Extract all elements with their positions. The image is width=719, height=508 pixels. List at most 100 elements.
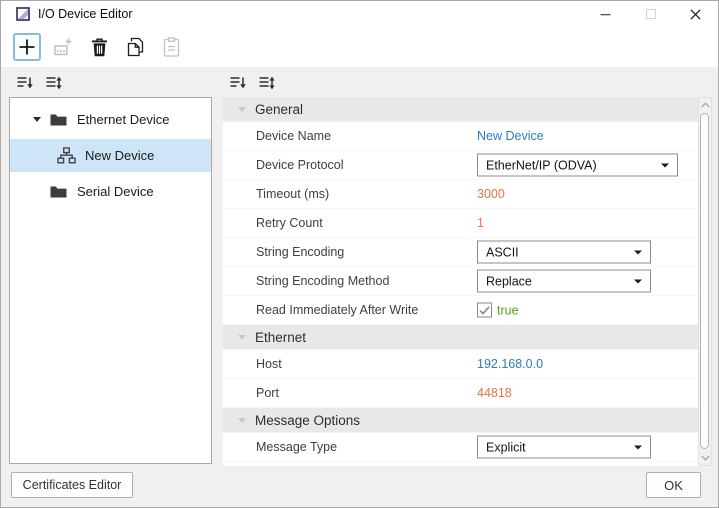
io-device-editor-window: I/O Device Editor (0, 0, 719, 508)
minimize-button[interactable] (583, 1, 628, 27)
tree-item-serial-device[interactable]: Serial Device (10, 175, 211, 208)
tree-item-label: New Device (85, 148, 154, 163)
window-title: I/O Device Editor (38, 7, 132, 21)
section-collapse-icon (238, 107, 246, 112)
property-value: 3000 (477, 187, 505, 201)
expand-all-icon (258, 75, 276, 91)
title-bar: I/O Device Editor (1, 1, 718, 27)
read-immediately-after-write-checkbox[interactable] (477, 303, 492, 318)
property-row-string-encoding-method: String Encoding Method Replace (223, 267, 698, 296)
chevron-down-icon (634, 250, 642, 254)
property-label: Retry Count (256, 216, 323, 230)
property-label: String Encoding Method (256, 274, 389, 288)
property-row-port: Port 44818 (223, 379, 698, 408)
chevron-down-icon (634, 445, 642, 449)
close-icon (690, 9, 701, 20)
property-grid: General Device Name New Device Device Proto… (223, 97, 698, 466)
property-value: EtherNet/IP (ODVA) (477, 154, 678, 177)
tree-item-new-device[interactable]: New Device (10, 139, 211, 172)
timeout-ms-value-field[interactable]: 3000 (477, 187, 505, 201)
expand-all-icon (45, 75, 63, 91)
copy-device-button[interactable] (121, 33, 149, 61)
add-device-group-button (49, 33, 77, 61)
tree-expand-all-button[interactable] (45, 74, 63, 92)
section-header-general[interactable]: General (223, 97, 698, 122)
property-value: Explicit (477, 436, 651, 459)
section-header-ethernet[interactable]: Ethernet (223, 325, 698, 350)
expander-down-icon[interactable] (31, 117, 42, 122)
paste-device-button (157, 33, 185, 61)
checkbox-value-text: true (497, 303, 519, 317)
section-collapse-icon (238, 335, 246, 340)
string-encoding-dropdown[interactable]: ASCII (477, 241, 651, 264)
device-protocol-dropdown[interactable]: EtherNet/IP (ODVA) (477, 154, 678, 177)
property-label: String Encoding (256, 245, 344, 259)
property-row-device-name: Device Name New Device (223, 122, 698, 151)
chevron-up-icon (701, 102, 710, 108)
section-header-message-options[interactable]: Message Options (223, 408, 698, 433)
chevron-down-icon (701, 455, 710, 461)
plus-icon (17, 37, 37, 57)
property-row-host: Host 192.168.0.0 (223, 350, 698, 379)
property-label: Message Type (256, 440, 337, 454)
chevron-down-icon (661, 163, 669, 167)
trash-icon (91, 38, 108, 57)
device-tree: Ethernet Device New Device Serial Device (9, 97, 212, 464)
add-device-button[interactable] (13, 33, 41, 61)
tree-panel-toolbar (16, 74, 63, 92)
ok-button[interactable]: OK (646, 472, 701, 498)
scrollbar-thumb[interactable] (700, 113, 709, 449)
app-icon (16, 7, 30, 21)
property-row-device-protocol: Device Protocol EtherNet/IP (ODVA) (223, 151, 698, 180)
maximize-button (628, 1, 673, 27)
main-toolbar (13, 33, 185, 61)
vertical-scrollbar[interactable] (698, 97, 712, 466)
host-value-field[interactable]: 192.168.0.0 (477, 357, 543, 371)
tree-item-label: Serial Device (77, 184, 154, 199)
section-title: Message Options (255, 413, 360, 428)
section-title: Ethernet (255, 330, 306, 345)
property-label: Read Immediately After Write (256, 303, 418, 317)
property-value: ASCII (477, 241, 651, 264)
retry-count-value-field[interactable]: 1 (477, 216, 484, 230)
dropdown-value: ASCII (486, 245, 519, 259)
property-value: true (477, 303, 519, 318)
property-panel-toolbar (229, 74, 276, 92)
dropdown-value: Explicit (486, 440, 526, 454)
tree-collapse-all-button[interactable] (16, 74, 34, 92)
property-row-timeout-ms: Timeout (ms) 3000 (223, 180, 698, 209)
property-label: Host (256, 357, 282, 371)
section-title: General (255, 102, 303, 117)
property-label: Device Protocol (256, 158, 344, 172)
minimize-icon (600, 9, 611, 20)
folder-icon (49, 113, 68, 126)
scroll-up-button[interactable] (699, 98, 711, 112)
chevron-down-icon (634, 279, 642, 283)
tree-item-ethernet-device[interactable]: Ethernet Device (10, 103, 211, 136)
dropdown-value: EtherNet/IP (ODVA) (486, 158, 597, 172)
folder-icon (49, 185, 68, 198)
property-value: 44818 (477, 386, 512, 400)
delete-device-button[interactable] (85, 33, 113, 61)
scroll-down-button[interactable] (699, 451, 711, 465)
property-value: Replace (477, 270, 651, 293)
port-value-field[interactable]: 44818 (477, 386, 512, 400)
maximize-icon (646, 9, 656, 19)
properties-expand-all-button[interactable] (258, 74, 276, 92)
property-value: 1 (477, 216, 484, 230)
collapse-all-icon (16, 75, 34, 91)
close-button[interactable] (673, 1, 718, 27)
property-row-read-immediately-after-write: Read Immediately After Write true (223, 296, 698, 325)
certificates-editor-button[interactable]: Certificates Editor (11, 472, 133, 498)
window-controls (583, 1, 718, 27)
property-label: Device Name (256, 129, 331, 143)
property-row-retry-count: Retry Count 1 (223, 209, 698, 238)
properties-collapse-all-button[interactable] (229, 74, 247, 92)
string-encoding-method-dropdown[interactable]: Replace (477, 270, 651, 293)
property-label: Timeout (ms) (256, 187, 329, 201)
property-label: Port (256, 386, 279, 400)
tree-item-label: Ethernet Device (77, 112, 170, 127)
device-name-value-field[interactable]: New Device (477, 129, 544, 143)
section-collapse-icon (238, 418, 246, 423)
message-type-dropdown[interactable]: Explicit (477, 436, 651, 459)
